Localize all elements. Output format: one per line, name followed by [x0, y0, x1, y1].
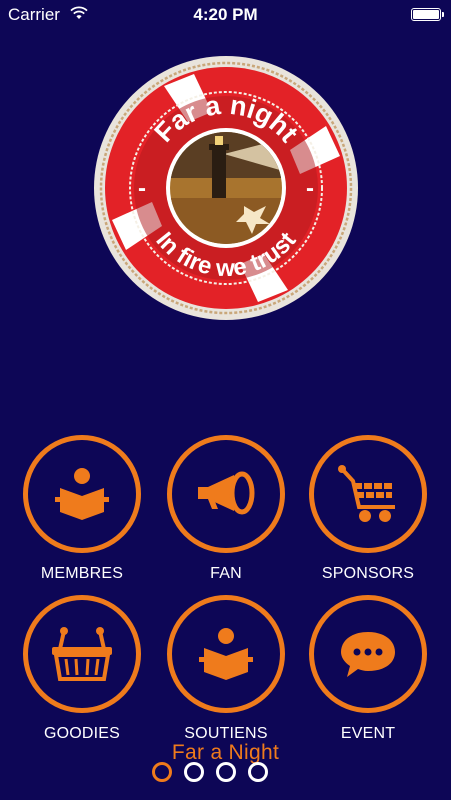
- menu-label: FAN: [210, 565, 242, 582]
- menu-fan-button[interactable]: FAN: [156, 435, 296, 583]
- menu-sponsors-button[interactable]: SPONSORS: [298, 435, 438, 583]
- page-dot-2[interactable]: [184, 762, 204, 782]
- reader-icon: [55, 468, 109, 520]
- menu-label: SPONSORS: [321, 565, 415, 582]
- logo-dash-right: -: [306, 175, 314, 202]
- menu-membres-button[interactable]: MEMBRES: [12, 435, 152, 583]
- far-a-night-logo: Far a night In fire we trust - -: [94, 56, 358, 320]
- reader-icon: [199, 628, 253, 680]
- fan-circle[interactable]: [167, 435, 285, 553]
- membres-circle[interactable]: [23, 435, 141, 553]
- status-bar: Carrier 4:20 PM: [0, 0, 451, 30]
- menu-event-button[interactable]: EVENT: [298, 595, 438, 743]
- page-dot-1[interactable]: [152, 762, 172, 782]
- event-circle[interactable]: [309, 595, 427, 713]
- page-dot-4[interactable]: [248, 762, 268, 782]
- soutiens-circle[interactable]: [167, 595, 285, 713]
- shopping-cart-icon: [338, 465, 395, 522]
- sponsors-circle[interactable]: [309, 435, 427, 553]
- menu-goodies-button[interactable]: GOODIES: [12, 595, 152, 743]
- page-dot-3[interactable]: [216, 762, 236, 782]
- status-time: 4:20 PM: [193, 5, 258, 24]
- battery-icon: [411, 8, 444, 21]
- menu-soutiens-button[interactable]: SOUTIENS: [156, 595, 296, 743]
- basket-icon: [52, 627, 112, 681]
- megaphone-icon: [198, 471, 255, 515]
- goodies-circle[interactable]: [23, 595, 141, 713]
- chat-bubble-icon: [341, 632, 395, 677]
- page-indicator[interactable]: [152, 762, 268, 782]
- menu-label: MEMBRES: [40, 565, 124, 582]
- logo-dash-left: -: [138, 175, 146, 202]
